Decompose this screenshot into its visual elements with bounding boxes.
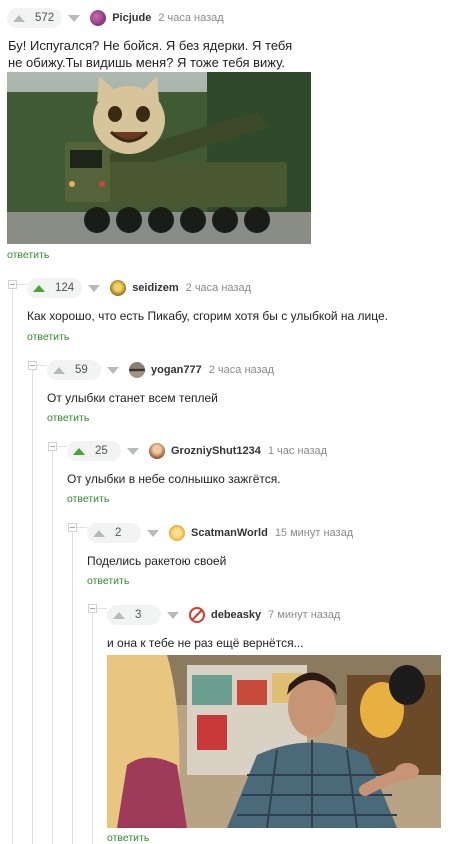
rating-count: 124 xyxy=(55,282,75,294)
upvote-icon[interactable] xyxy=(13,14,25,22)
collapse-toggle[interactable] xyxy=(28,361,37,370)
upvote-icon[interactable] xyxy=(33,284,45,292)
username[interactable]: debeasky xyxy=(211,609,261,621)
timestamp[interactable]: 7 минут назад xyxy=(268,609,340,621)
timestamp[interactable]: 2 часа назад xyxy=(209,364,274,376)
avatar[interactable] xyxy=(189,607,205,623)
thread-line xyxy=(52,450,53,844)
thread-line xyxy=(12,289,13,844)
comment-text: Поделись ракетою своей xyxy=(87,554,227,568)
thread-connector xyxy=(77,527,87,528)
comment-header: 3 debeasky 7 минут назад xyxy=(107,605,340,625)
avatar[interactable] xyxy=(169,525,185,541)
comment-header: 124 seidizem 2 часа назад xyxy=(27,278,251,298)
rating-widget: 25 xyxy=(67,441,121,461)
reply-link[interactable]: ответить xyxy=(47,412,89,424)
rating-count: 2 xyxy=(115,527,122,539)
downvote-icon[interactable] xyxy=(68,14,81,22)
username[interactable]: seidizem xyxy=(132,282,178,294)
timestamp[interactable]: 15 минут назад xyxy=(275,527,353,539)
timestamp[interactable]: 2 часа назад xyxy=(158,12,223,24)
rating-count: 59 xyxy=(75,364,88,376)
missile-cat-image xyxy=(7,72,311,244)
rating-widget: 2 xyxy=(87,523,141,543)
upvote-icon[interactable] xyxy=(73,447,85,455)
reply-link[interactable]: ответить xyxy=(7,249,49,261)
rating-widget: 572 xyxy=(7,8,63,28)
thread-connector xyxy=(57,446,67,447)
downvote-icon[interactable] xyxy=(88,284,101,292)
timestamp[interactable]: 1 час назад xyxy=(268,445,327,457)
username[interactable]: ScatmanWorld xyxy=(191,527,268,539)
rating-widget: 124 xyxy=(27,278,83,298)
collapse-toggle[interactable] xyxy=(8,280,17,289)
reply-link[interactable]: ответить xyxy=(107,832,149,844)
thread-connector xyxy=(97,608,107,609)
comment-header: 25 GrozniyShut1234 1 час назад xyxy=(67,441,327,461)
upvote-icon[interactable] xyxy=(93,529,105,537)
comment-text: Как хорошо, что есть Пикабу, сгорим хотя… xyxy=(27,309,389,323)
downvote-icon[interactable] xyxy=(127,447,139,455)
comment-header: 59 yogan777 2 часа назад xyxy=(47,360,274,380)
timestamp[interactable]: 2 часа назад xyxy=(186,282,251,294)
collapse-toggle[interactable] xyxy=(88,604,97,613)
comment-text: От улыбки в небе солнышко зажгётся. xyxy=(67,472,281,486)
thread-line xyxy=(72,531,73,844)
thread-line xyxy=(92,612,93,844)
comment-header: 572 Picjude 2 часа назад xyxy=(7,8,224,28)
comment-text: Бу! Испугался? Не бойся. Я без ядерки. Я… xyxy=(8,38,293,70)
avatar[interactable] xyxy=(90,10,107,26)
username[interactable]: GrozniyShut1234 xyxy=(171,445,261,457)
comment-header: 2 ScatmanWorld 15 минут назад xyxy=(87,523,353,543)
reply-link[interactable]: ответить xyxy=(27,331,69,343)
reply-link[interactable]: ответить xyxy=(67,493,109,505)
rating-count: 25 xyxy=(95,445,108,457)
rating-count: 3 xyxy=(135,609,142,621)
thread-line xyxy=(32,369,33,844)
joey-friends-image xyxy=(107,655,441,828)
avatar[interactable] xyxy=(149,443,165,459)
comment-text: От улыбки станет всем теплей xyxy=(47,391,218,405)
comment-image[interactable] xyxy=(7,72,311,244)
reply-link[interactable]: ответить xyxy=(87,575,129,587)
comment-text: и она к тебе не раз ещё вернётся... xyxy=(107,636,304,650)
collapse-toggle[interactable] xyxy=(48,442,57,451)
collapse-toggle[interactable] xyxy=(68,523,77,532)
rating-widget: 3 xyxy=(107,605,161,625)
rating-widget: 59 xyxy=(47,360,101,380)
downvote-icon[interactable] xyxy=(107,366,119,374)
avatar[interactable] xyxy=(129,362,145,378)
username[interactable]: Picjude xyxy=(112,12,151,24)
rating-count: 572 xyxy=(35,12,55,24)
comment-image[interactable] xyxy=(107,655,441,828)
upvote-icon[interactable] xyxy=(53,366,65,374)
thread-connector xyxy=(17,284,27,285)
upvote-icon[interactable] xyxy=(113,611,125,619)
thread-connector xyxy=(37,365,47,366)
downvote-icon[interactable] xyxy=(167,611,179,619)
username[interactable]: yogan777 xyxy=(151,364,202,376)
downvote-icon[interactable] xyxy=(147,529,159,537)
avatar[interactable] xyxy=(110,280,127,296)
